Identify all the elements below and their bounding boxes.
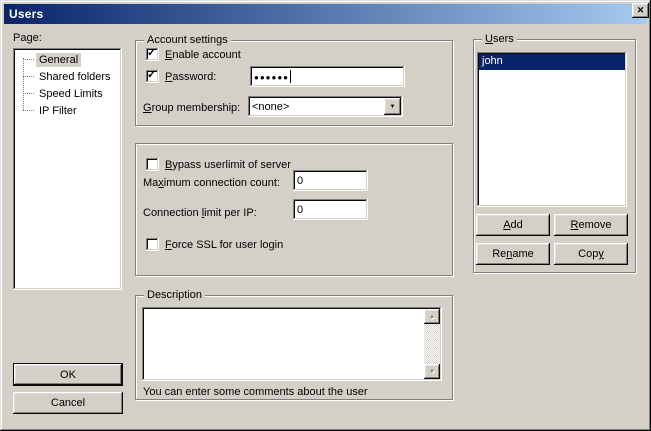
bypass-userlimit-label: Bypass userlimit of server	[165, 158, 291, 172]
password-checkbox[interactable]: ✓	[146, 70, 159, 83]
group-membership-value: <none>	[252, 101, 289, 113]
group-membership-label: Group membership:	[143, 101, 240, 115]
max-connection-count-label: Maximum connection count:	[143, 176, 280, 190]
ok-button[interactable]: OK	[13, 363, 123, 386]
text-caret	[290, 70, 291, 83]
cancel-button-label: Cancel	[51, 397, 85, 409]
tree-branch-line	[23, 59, 34, 60]
window-title: Users	[4, 7, 43, 21]
tree-item-speed-limits[interactable]: Speed Limits	[15, 85, 120, 102]
max-connection-count-value: 0	[297, 175, 303, 187]
dropdown-button[interactable]: ▼	[384, 98, 401, 115]
scroll-track	[424, 324, 440, 364]
connection-limit-per-ip-label: Connection limit per IP:	[143, 206, 257, 220]
tree-branch-line	[23, 93, 34, 94]
tree-item-shared-folders[interactable]: Shared folders	[15, 68, 120, 85]
close-icon: ✕	[637, 5, 645, 15]
connection-limit-per-ip-value: 0	[297, 204, 303, 216]
enable-account-label: Enable account	[165, 48, 241, 62]
rename-button-label: Rename	[492, 248, 534, 260]
copy-button[interactable]: Copy	[554, 243, 628, 265]
tree-branch-line	[23, 76, 34, 77]
tree-item-label: IP Filter	[36, 104, 80, 118]
add-button[interactable]: Add	[476, 214, 550, 236]
page-label: Page:	[13, 31, 42, 45]
remove-button-label: Remove	[571, 219, 612, 231]
arrow-up-icon: ▲	[429, 314, 435, 320]
bypass-userlimit-checkbox[interactable]: ✓	[146, 158, 159, 171]
ok-button-label: OK	[60, 369, 76, 381]
arrow-down-icon: ▼	[429, 369, 435, 375]
users-group-title: Users	[482, 32, 517, 46]
tree-item-label: General	[36, 53, 81, 67]
rename-button[interactable]: Rename	[476, 243, 550, 265]
cancel-button[interactable]: Cancel	[13, 392, 123, 414]
tree-item-label: Speed Limits	[36, 87, 106, 101]
connection-limit-per-ip-input[interactable]: 0	[293, 199, 368, 220]
tree-item-general[interactable]: General	[15, 51, 120, 68]
tree-item-ip-filter[interactable]: IP Filter	[15, 102, 120, 119]
tree-item-label: Shared folders	[36, 70, 114, 84]
group-membership-select[interactable]: <none> ▼	[248, 96, 403, 117]
remove-button[interactable]: Remove	[554, 214, 628, 236]
force-ssl-checkbox[interactable]: ✓	[146, 238, 159, 251]
description-group-title: Description	[144, 288, 205, 302]
add-button-label: Add	[503, 219, 523, 231]
check-icon: ✓	[147, 68, 156, 83]
password-input[interactable]: ●●●●●●	[250, 66, 405, 87]
users-listbox[interactable]: john	[477, 52, 627, 207]
page-tree[interactable]: General Shared folders Speed Limits IP F…	[13, 48, 122, 290]
scroll-down-button[interactable]: ▼	[424, 364, 440, 379]
password-label: Password:	[165, 70, 216, 84]
tree-branch-line	[23, 110, 34, 111]
check-icon: ✓	[147, 46, 156, 61]
password-value: ●●●●●●	[254, 73, 289, 82]
chevron-down-icon: ▼	[390, 104, 396, 110]
textarea-scrollbar[interactable]: ▲ ▼	[424, 309, 440, 379]
max-connection-count-input[interactable]: 0	[293, 170, 368, 191]
close-button[interactable]: ✕	[632, 3, 649, 18]
force-ssl-label: Force SSL for user login	[165, 238, 283, 252]
scroll-up-button[interactable]: ▲	[424, 309, 440, 324]
list-item-john[interactable]: john	[479, 54, 625, 70]
enable-account-checkbox[interactable]: ✓	[146, 48, 159, 61]
users-dialog: Users ✕ Page: General Shared folders Spe…	[0, 0, 651, 431]
title-bar: Users	[4, 4, 647, 24]
account-settings-group-title: Account settings	[144, 33, 231, 47]
description-hint: You can enter some comments about the us…	[143, 385, 368, 399]
copy-button-label: Copy	[578, 248, 604, 260]
description-textarea[interactable]: ▲ ▼	[142, 307, 442, 381]
